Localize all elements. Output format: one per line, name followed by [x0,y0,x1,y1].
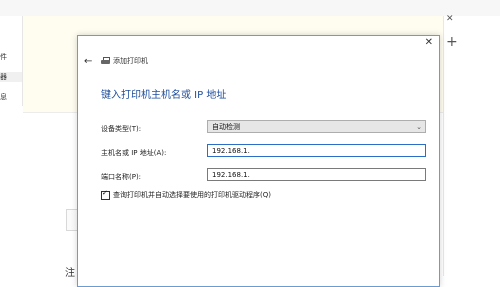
dialog-title-text: 添加打印机 [113,57,148,65]
device-type-value: 自动检测 [212,123,240,131]
background-titlebar [0,0,500,16]
sidebar-item[interactable]: 息 [0,92,22,102]
query-driver-label: 查询打印机并自动选择要使用的打印机驱动程序(Q) [113,191,271,199]
dialog-title: 添加打印机 [101,56,148,66]
device-type-select[interactable]: 自动检测 ⌄ [207,120,426,133]
query-driver-option[interactable]: 查询打印机并自动选择要使用的打印机驱动程序(Q) [101,189,271,200]
add-printer-dialog: ✕ ← 添加打印机 键入打印机主机名或 IP 地址 设备类型(T): 自动检测 … [77,35,440,287]
background-divider [443,16,444,276]
printer-icon [101,57,110,65]
query-driver-checkbox[interactable] [101,189,110,200]
background-sidebar: 件 器 息 [0,16,23,106]
chevron-down-icon: ⌄ [416,123,422,131]
hostname-label: 主机名或 IP 地址(A): [101,149,167,157]
back-arrow-icon[interactable]: ← [84,56,92,67]
sidebar-item[interactable]: 件 [0,52,22,62]
port-name-label: 端口名称(P): [101,173,142,181]
sidebar-item[interactable]: 器 [0,72,22,82]
dialog-heading: 键入打印机主机名或 IP 地址 [101,90,227,101]
plus-icon[interactable]: + [446,34,458,50]
hostname-input[interactable]: 192.168.1. [207,144,426,157]
port-name-input[interactable]: 192.168.1. [207,168,426,181]
device-type-label: 设备类型(T): [101,125,142,133]
background-close-icon[interactable]: ✕ [446,14,454,24]
close-icon[interactable]: ✕ [425,37,433,48]
